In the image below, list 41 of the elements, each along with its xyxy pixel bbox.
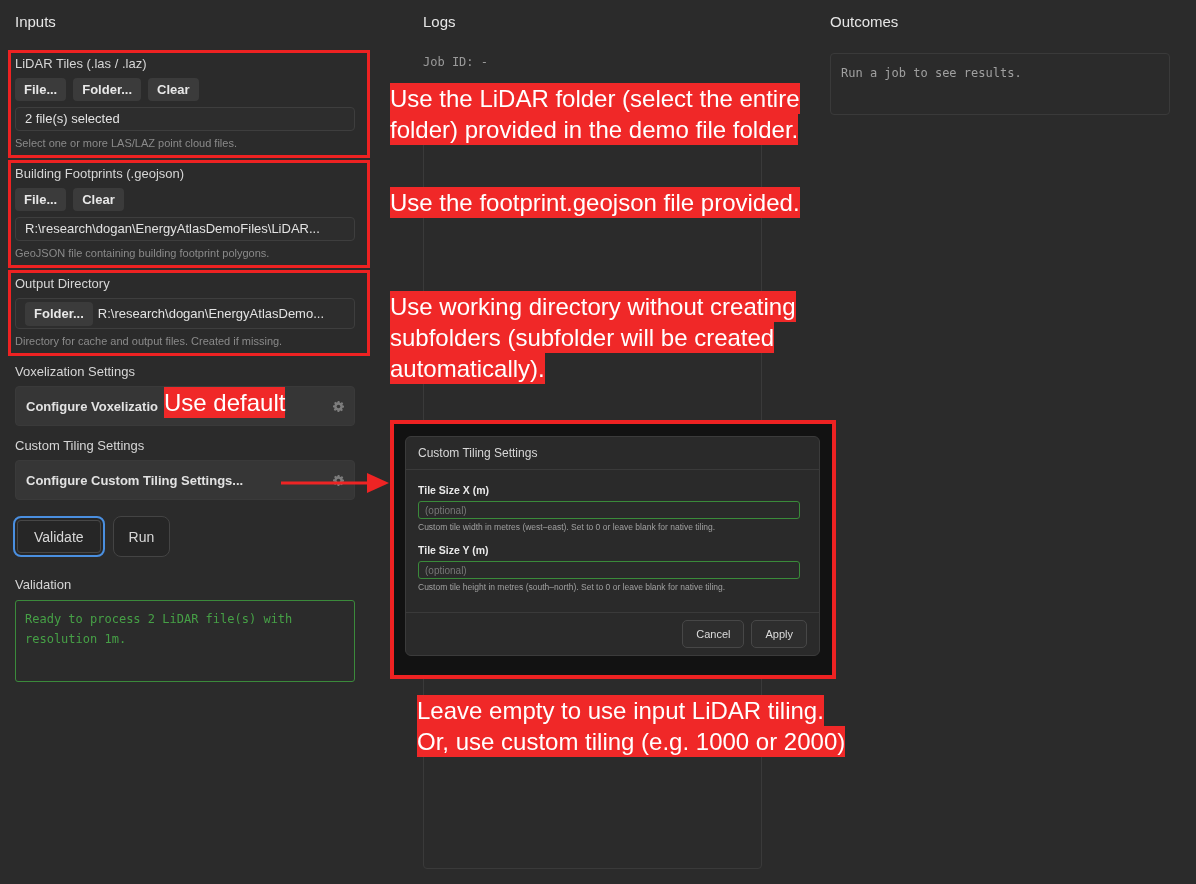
help-text: Directory for cache and output files. Created if missing. [15,334,283,348]
annotation-note: Use the footprint.geojson file provided. [390,187,800,218]
directory-field[interactable]: Folder... R:\research\dogan\EnergyAtlasDemo... [15,298,355,329]
field-label: Building Footprints (.geojson) [15,166,185,182]
validation-message: Ready to process 2 LiDAR file(s) with resolution 1m. [25,611,294,648]
action-button[interactable]: Run [112,516,171,557]
column-heading: Logs [423,12,456,32]
file-action-button[interactable]: File... [15,188,67,211]
file-action-button[interactable]: Clear [148,78,199,101]
column-heading: Inputs [15,12,56,32]
file-field[interactable]: 2 file(s) selected [15,107,355,131]
dialog-title: Custom Tiling Settings [418,446,538,460]
field-label: Output Directory [15,276,110,292]
action-button[interactable]: Validate [13,516,105,557]
folder-button[interactable]: Folder... [25,301,93,326]
field-label: LiDAR Tiles (.las / .laz) [15,56,147,72]
dialog-button[interactable]: Cancel [682,620,745,648]
field-label: Tile Size X (m) [418,483,489,497]
column-heading: Outcomes [830,12,899,32]
help-text: Custom tile width in metres (west–east). Set to 0 or leave blank for native tiling. [418,522,716,533]
tile-size-input[interactable]: (optional) [418,561,800,579]
dialog-button[interactable]: Apply [751,620,807,648]
field-label: Voxelization Settings [15,364,135,380]
configure-button[interactable]: Configure Custom Tiling Settings... [15,460,355,500]
file-action-button[interactable]: File... [15,78,67,101]
tile-size-input[interactable]: (optional) [418,501,800,519]
file-action-button[interactable]: Folder... [73,78,142,101]
file-field[interactable]: R:\research\dogan\EnergyAtlasDemoFiles\LiDAR... [15,217,355,241]
job-id-text: Job ID: - [423,54,489,70]
annotation-note: Use the LiDAR folder (select the entire folder) provided in the demo file folder. [390,83,800,145]
validation-label: Validation [15,577,72,593]
outcome-message: Run a job to see results. [841,65,1023,81]
annotation-note: Use working directory without creating subfolders (subfolder will be created automatically). [390,291,796,384]
help-text: GeoJSON file containing building footprint polygons. [15,246,270,260]
settings-icon [333,400,344,412]
file-action-button[interactable]: Clear [73,188,124,211]
field-label: Tile Size Y (m) [418,543,489,557]
help-text: Select one or more LAS/LAZ point cloud files. [15,136,237,150]
help-text: Custom tile height in metres (south–north). Set to 0 or leave blank for native tiling. [418,582,726,593]
annotation-note: Leave empty to use input LiDAR tiling. Or, use custom tiling (e.g. 1000 or 2000) [417,695,846,757]
field-label: Custom Tiling Settings [15,438,145,454]
